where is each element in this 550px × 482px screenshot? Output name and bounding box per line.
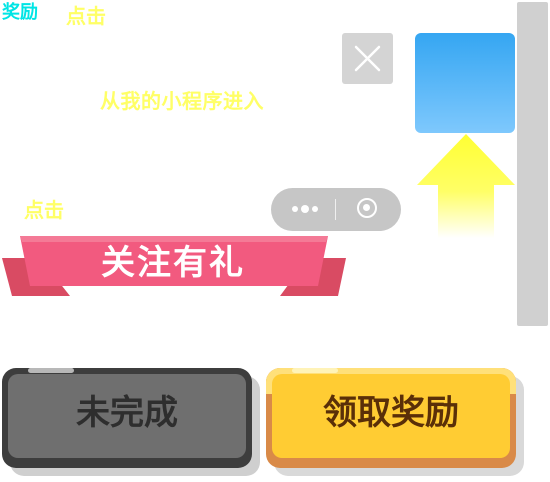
claim-button-gloss <box>292 368 338 373</box>
click-hint-top: 点击 <box>66 4 106 28</box>
enter-from-mini-program-hint: 从我的小程序进入 <box>100 89 264 113</box>
more-dots-icon[interactable] <box>291 205 319 214</box>
capsule-divider <box>335 199 336 220</box>
close-button[interactable] <box>342 33 393 84</box>
capsule-menu <box>271 188 401 231</box>
target-icon[interactable] <box>357 198 377 218</box>
incomplete-button[interactable]: 未完成 <box>2 368 252 468</box>
incomplete-button-gloss <box>28 368 74 373</box>
click-hint-mid: 点击 <box>24 198 64 222</box>
mini-program-tile[interactable] <box>415 33 515 133</box>
claim-reward-label: 领取奖励 <box>272 374 510 458</box>
reward-tag-label: 奖励 <box>2 2 38 23</box>
side-scroll-rail[interactable] <box>517 2 548 326</box>
follow-gift-title: 关注有礼 <box>101 243 245 283</box>
close-icon <box>354 45 381 72</box>
incomplete-button-label: 未完成 <box>8 374 246 458</box>
arrow-up-icon <box>416 134 516 238</box>
claim-reward-button[interactable]: 领取奖励 <box>266 368 516 468</box>
